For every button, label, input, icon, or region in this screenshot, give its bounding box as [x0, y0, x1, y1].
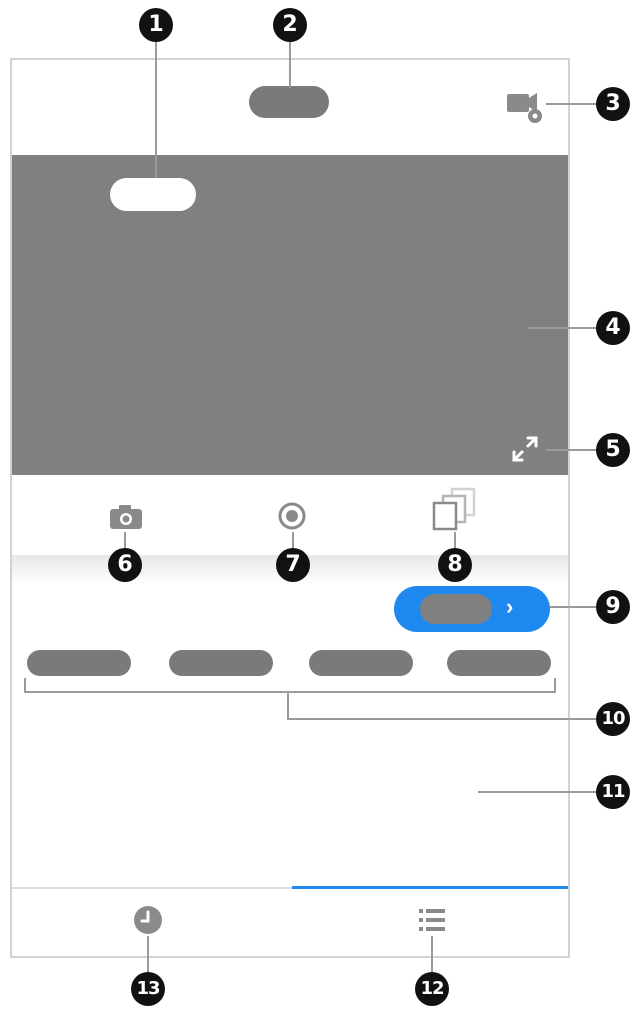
multi-screen-icon[interactable] — [430, 487, 480, 533]
callout-badge-12: 12 — [415, 972, 449, 1006]
callout-line-3 — [546, 103, 598, 105]
record-icon[interactable] — [276, 500, 308, 532]
callout-badge-1: 1 — [139, 8, 173, 42]
tab-3[interactable] — [309, 650, 413, 676]
chevron-right-icon: › — [506, 594, 514, 619]
video-settings-icon[interactable] — [505, 90, 545, 126]
callout-badge-4: 4 — [596, 311, 630, 345]
header-title-placeholder — [249, 86, 329, 118]
callout-badge-2: 2 — [273, 8, 307, 42]
callout-badge-11: 11 — [596, 775, 630, 809]
callout-bracket-10 — [24, 691, 556, 693]
action-button-label-placeholder — [420, 594, 492, 624]
list-icon[interactable] — [417, 906, 447, 934]
tab-1[interactable] — [27, 650, 131, 676]
bottom-nav-active-indicator — [292, 886, 568, 889]
callout-line-10-stem — [287, 691, 289, 719]
callout-badge-6: 6 — [108, 548, 142, 582]
callout-bracket-10-right — [554, 678, 556, 692]
callout-badge-10: 10 — [596, 702, 630, 736]
callout-badge-3: 3 — [596, 87, 630, 121]
clock-icon[interactable] — [132, 904, 164, 936]
callout-line-13 — [147, 936, 149, 976]
callout-line-9 — [550, 606, 598, 608]
callout-line-4 — [528, 327, 598, 329]
callout-badge-5: 5 — [596, 433, 630, 467]
callout-bracket-10-left — [24, 678, 26, 692]
callout-line-5 — [546, 449, 598, 451]
tab-4[interactable] — [447, 650, 551, 676]
action-button[interactable]: › — [394, 586, 550, 632]
callout-badge-8: 8 — [438, 548, 472, 582]
callout-badge-13: 13 — [131, 972, 165, 1006]
fullscreen-icon[interactable] — [508, 432, 542, 466]
camera-icon[interactable] — [108, 503, 144, 531]
callout-badge-9: 9 — [596, 590, 630, 624]
callout-line-10 — [287, 718, 597, 720]
tab-2[interactable] — [169, 650, 273, 676]
callout-line-1 — [155, 36, 157, 178]
video-label-placeholder — [110, 178, 196, 211]
live-video-view[interactable] — [12, 155, 568, 475]
callout-line-11 — [478, 791, 598, 793]
callout-badge-7: 7 — [276, 548, 310, 582]
callout-line-12 — [431, 936, 433, 976]
callout-line-2 — [289, 36, 291, 88]
